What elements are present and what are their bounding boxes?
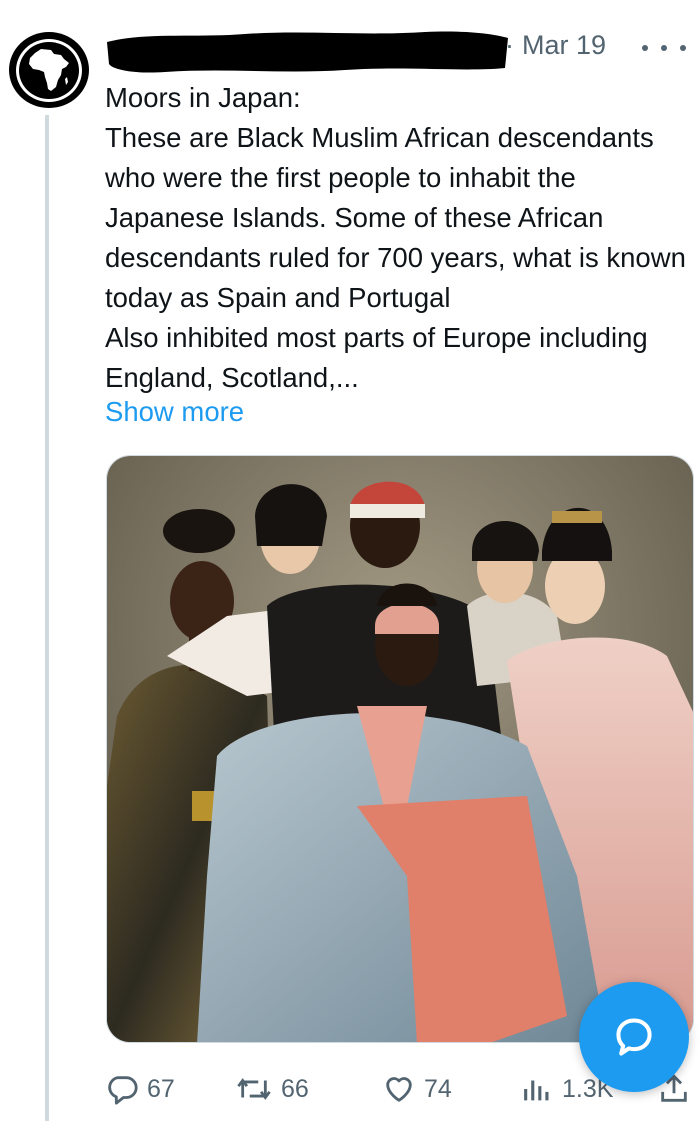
post-media-image[interactable] [106,455,694,1043]
post-text: Moors in Japan: These are Black Muslim A… [105,82,686,393]
heart-icon [386,1077,412,1102]
reply-icon [108,1076,138,1105]
repost-count: 66 [281,1074,309,1103]
compose-button[interactable] [579,982,689,1092]
redacted-username [105,28,510,74]
more-options-icon[interactable] [634,36,694,60]
like-count: 74 [424,1074,452,1103]
post-meta: · Mar 19 [505,30,606,61]
reply-button[interactable]: 67 [105,1067,175,1111]
views-icon [524,1080,549,1101]
post-date[interactable]: Mar 19 [522,30,606,61]
author-avatar[interactable] [9,32,89,108]
reply-count: 67 [147,1074,175,1103]
chat-bubble-icon [616,1018,652,1056]
africa-map-icon [16,38,82,102]
meta-separator: · [505,30,514,60]
like-button[interactable]: 74 [382,1067,452,1111]
thread-line [45,115,49,1121]
repost-icon [237,1078,271,1100]
repost-button[interactable]: 66 [235,1067,309,1111]
show-more-link[interactable]: Show more [105,392,244,432]
